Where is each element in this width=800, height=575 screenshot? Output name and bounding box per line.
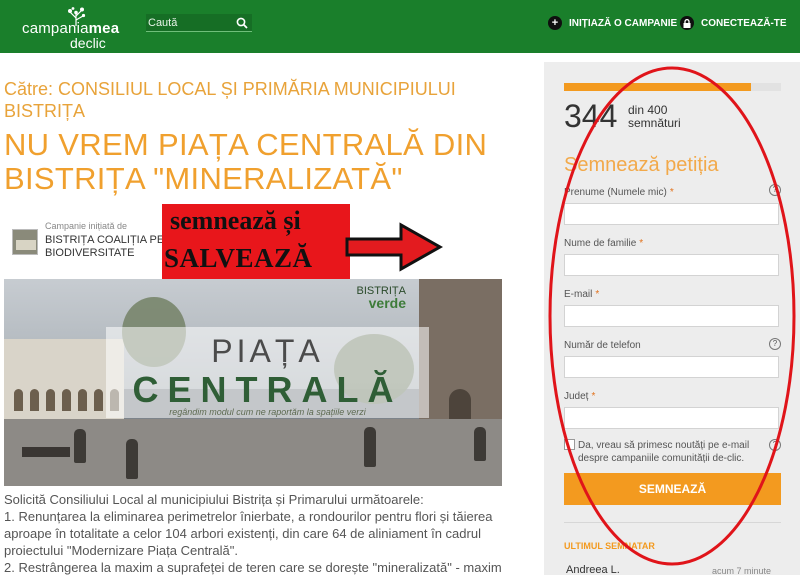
campaign-image: PIAȚA CENTRALĂ regândim modul cum ne rap… <box>4 279 502 486</box>
last-name-label: Nume de familie * <box>564 238 644 249</box>
email-field[interactable] <box>564 305 779 327</box>
divider <box>564 522 781 523</box>
petition-recipient: Către: CONSILIUL LOCAL ȘI PRIMĂRIA MUNIC… <box>4 79 456 121</box>
overlay-line2: SALVEAZĂ <box>164 243 313 273</box>
arrow-right-icon <box>345 222 443 272</box>
top-navigation-bar: campaniamea declic + INIȚIAZĂ O CAMPANIE… <box>0 0 800 53</box>
body-line: aproape în totalitate a celor 104 arbori… <box>4 526 481 541</box>
sign-button[interactable]: SEMNEAZĂ <box>564 473 781 505</box>
first-name-field[interactable] <box>564 203 779 225</box>
start-campaign-button[interactable]: + INIȚIAZĂ O CAMPANIE <box>548 15 677 31</box>
start-campaign-label: INIȚIAZĂ O CAMPANIE <box>569 17 678 29</box>
help-icon[interactable]: ? <box>769 338 781 350</box>
petition-title: NU VREM PIAȚA CENTRALĂ DIN BISTRIȚA "MIN… <box>4 127 488 196</box>
phone-label: Număr de telefon <box>564 340 641 351</box>
campaign-initiator[interactable]: Campanie inițiată de BISTRIȚA COALIȚIA P… <box>12 221 172 261</box>
lock-icon <box>680 16 694 30</box>
county-field[interactable] <box>564 407 779 429</box>
plus-icon: + <box>548 16 562 30</box>
bench <box>22 447 70 457</box>
help-icon[interactable]: ? <box>769 184 781 196</box>
image-title: PIAȚA <box>211 333 324 369</box>
overlay-line1: semnează și <box>170 206 301 235</box>
county-label: Județ * <box>564 391 596 402</box>
initiated-by-caption: Campanie inițiată de <box>45 221 128 231</box>
signature-goal: din 400 semnături <box>628 103 681 130</box>
sign-and-save-overlay: semnează și SALVEAZĂ <box>162 204 350 280</box>
last-signer-heading: ULTIMUL SEMNATAR <box>564 541 655 551</box>
help-icon[interactable]: ? <box>769 439 781 451</box>
logo-text-line2: declic <box>70 35 106 51</box>
sign-form-title: Semnează petiția <box>564 154 719 176</box>
last-name-field[interactable] <box>564 254 779 276</box>
progress-fill <box>564 83 751 91</box>
image-subtitle: CENTRALĂ <box>132 369 403 410</box>
bistrita-verde-logo: BISTRIȚA verde <box>356 285 406 311</box>
signature-count: 344 <box>564 98 618 134</box>
last-signer-time: acum 7 minute <box>712 566 772 575</box>
petition-body: Solicită Consiliului Local al municipiul… <box>4 491 524 575</box>
search-icon[interactable] <box>236 17 248 29</box>
email-label: E-mail * <box>564 289 600 300</box>
phone-field[interactable] <box>564 356 779 378</box>
login-button[interactable]: CONECTEAZĂ-TE <box>680 15 787 31</box>
search-box <box>146 14 252 32</box>
body-line: Solicită Consiliului Local al municipiul… <box>4 492 424 507</box>
body-line: proiectului "Modernizare Piața Centrală"… <box>4 543 238 558</box>
newsletter-checkbox[interactable] <box>564 439 575 450</box>
body-line: 1. Renunțarea la eliminarea perimetrelor… <box>4 509 493 524</box>
sign-petition-sidebar: 344 din 400 semnături Semnează petiția P… <box>544 62 800 575</box>
body-line: 2. Restrângerea la maxim a suprafeței de… <box>4 560 502 575</box>
image-tagline: regândim modul cum ne raportăm la spații… <box>169 407 366 417</box>
signature-progress-bar <box>564 83 781 91</box>
last-signer-name: Andreea L. <box>566 564 620 575</box>
newsletter-consent-text: Da, vreau să primesc noutăți pe e-mail d… <box>578 440 750 464</box>
initiator-avatar <box>12 229 38 255</box>
search-input[interactable] <box>148 14 232 32</box>
first-name-label: Prenume (Numele mic) * <box>564 187 674 198</box>
login-label: CONECTEAZĂ-TE <box>701 17 787 29</box>
